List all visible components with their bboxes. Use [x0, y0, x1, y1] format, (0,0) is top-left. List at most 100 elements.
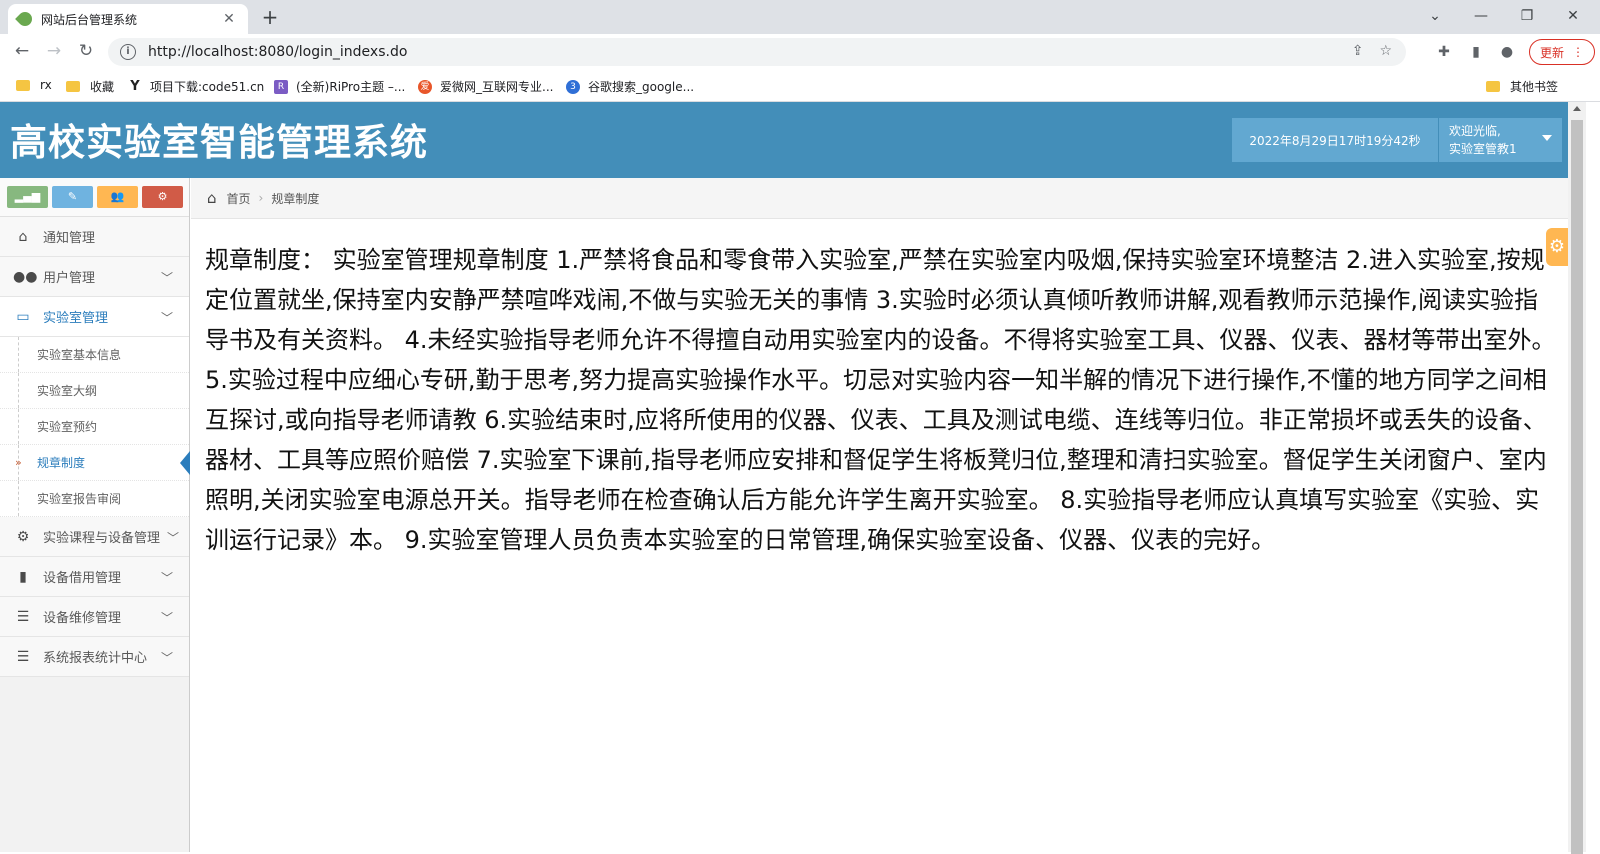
sidebar-item-repair[interactable]: ☰ 设备维修管理 ﹀ [0, 597, 189, 637]
sidebar-item-label: 设备维修管理 [43, 611, 122, 626]
list-icon: ☰ [16, 648, 30, 665]
url-text: http://localhost:8080/login_indexs.do [148, 44, 408, 60]
update-button[interactable]: 更新 ⋮ [1529, 39, 1595, 65]
address-bar[interactable]: i http://localhost:8080/login_indexs.do … [108, 38, 1406, 66]
subitem-label: 规章制度 [37, 456, 86, 470]
bookmark-favorites[interactable]: 收藏 [66, 78, 114, 95]
signal-shortcut-button[interactable]: ▂▄▆ [7, 186, 48, 208]
extensions-icon[interactable]: ✚ [1434, 42, 1454, 62]
sidebar-item-users[interactable]: ●● 用户管理 ﹀ [0, 257, 189, 297]
aiwei-logo-icon: 爱 [418, 79, 432, 94]
new-tab-button[interactable]: + [256, 6, 284, 30]
scrollbar-thumb[interactable] [1571, 120, 1583, 854]
bookmark-code51[interactable]: Y 项目下载:code51.cn [128, 78, 264, 95]
bookmark-label: 其他书签 [1510, 80, 1559, 94]
kebab-menu-icon: ⋮ [1572, 45, 1584, 59]
bookmark-other[interactable]: 其他书签 [1486, 78, 1558, 95]
app-title: 高校实验室智能管理系统 [10, 121, 428, 164]
folder-icon [16, 79, 30, 91]
chevron-down-icon: ﹀ [160, 611, 173, 625]
bookmark-label: 项目下载:code51.cn [150, 80, 265, 94]
sidebar-subitem-lab-outline[interactable]: 实验室大纲 [0, 373, 189, 409]
sidebar-item-label: 实验室管理 [43, 311, 109, 326]
subitem-label: 实验室预约 [37, 420, 98, 434]
active-marker [180, 451, 190, 475]
leaf-favicon-icon [15, 9, 35, 29]
share-icon[interactable]: ⇪ [1352, 43, 1364, 59]
subitem-label: 实验室基本信息 [37, 348, 122, 362]
user-menu[interactable]: 欢迎光临, 实验室管教1 [1439, 118, 1562, 162]
bookmark-aiwei[interactable]: 爱 爱微网_互联网专业... [418, 78, 553, 95]
subitem-label: 实验室大纲 [37, 384, 98, 398]
bookmark-icon: ▮ [19, 568, 27, 585]
tab-title: 网站后台管理系统 [41, 12, 138, 27]
star-icon[interactable]: ☆ [1379, 43, 1392, 59]
chevron-down-icon: ﹀ [160, 271, 173, 285]
sidebar-item-label: 设备借用管理 [43, 571, 122, 586]
pencil-shortcut-button[interactable]: ✎ [52, 186, 93, 208]
profile-avatar-icon[interactable]: ● [1497, 42, 1517, 62]
subitem-label: 实验室报告审阅 [37, 492, 122, 506]
sidebar-subitem-lab-info[interactable]: 实验室基本信息 [0, 337, 189, 373]
breadcrumb: ⌂ 首页 › 规章制度 [191, 178, 1568, 219]
sidebar-item-borrow[interactable]: ▮ 设备借用管理 ﹀ [0, 557, 189, 597]
settings-gear-button[interactable]: ⚙ [1546, 228, 1568, 266]
info-icon[interactable]: i [120, 44, 136, 60]
browser-tab[interactable]: 网站后台管理系统 ✕ [8, 4, 248, 34]
scroll-up-icon[interactable] [1573, 106, 1581, 111]
y-logo-icon: Y [128, 79, 142, 94]
caret-down-icon [1542, 135, 1552, 141]
bookmark-rx[interactable]: rx [16, 78, 52, 92]
chevron-down-icon: ﹀ [160, 311, 173, 325]
sidebar-item-lab[interactable]: ▭ 实验室管理 ﹀ [0, 297, 189, 337]
bookmark-label: 收藏 [90, 80, 115, 94]
back-button[interactable]: ← [10, 40, 34, 64]
double-angle-right-icon: » [15, 456, 22, 469]
minimize-button[interactable]: — [1458, 4, 1504, 30]
update-label: 更新 [1539, 45, 1564, 60]
chevron-down-icon: ﹀ [160, 571, 173, 585]
restore-button[interactable]: ❐ [1504, 4, 1550, 30]
side-panel-icon[interactable]: ▮ [1466, 42, 1486, 62]
reload-button[interactable]: ↻ [74, 40, 98, 64]
chevron-down-icon: ﹀ [160, 651, 173, 665]
breadcrumb-home-link[interactable]: 首页 [227, 190, 251, 207]
bookmark-label: 谷歌搜索_google... [588, 80, 695, 94]
bookmark-google[interactable]: 3 谷歌搜索_google... [566, 78, 694, 95]
breadcrumb-separator-icon: › [258, 191, 264, 205]
sidebar-item-label: 系统报表统计中心 [43, 651, 148, 666]
page-scrollbar[interactable] [1568, 102, 1586, 854]
sidebar-item-notice[interactable]: ⌂ 通知管理 [0, 217, 189, 257]
cogs-icon: ⚙ [16, 528, 30, 545]
bookmark-label: 爱微网_互联网专业... [440, 80, 554, 94]
regulations-content: 规章制度： 实验室管理规章制度 1.严禁将食品和零食带入实验室,严禁在实验室内吸… [205, 246, 1556, 554]
sidebar-subitem-lab-reservation[interactable]: 实验室预约 [0, 409, 189, 445]
home-icon: ⌂ [207, 189, 217, 207]
chevron-down-icon: ﹀ [166, 531, 179, 545]
folder-icon [1486, 81, 1500, 92]
chevron-down-icon[interactable]: ⌄ [1412, 4, 1458, 30]
bookmarks-bar: rx 收藏 Y 项目下载:code51.cn R (全新)RiPro主题 –..… [0, 70, 1600, 102]
bookmark-label: rx [40, 78, 52, 92]
sidebar: ▂▄▆ ✎ 👥 ⚙ ⌂ 通知管理 ●● 用户管理 ﹀ ▭ 实验室管理 ﹀ 实验室… [0, 178, 190, 852]
sidebar-subitem-report-review[interactable]: 实验室报告审阅 [0, 481, 189, 517]
close-tab-icon[interactable]: ✕ [220, 11, 238, 27]
close-window-button[interactable]: ✕ [1550, 4, 1596, 30]
bookmark-label: (全新)RiPro主题 –... [296, 80, 406, 94]
bookmark-ripro[interactable]: R (全新)RiPro主题 –... [274, 78, 405, 95]
datetime-display: 2022年8月29日17时19分42秒 [1232, 118, 1438, 162]
username: 实验室管教1 [1449, 142, 1517, 156]
list-icon: ☰ [16, 608, 30, 625]
sidebar-item-courses-equipment[interactable]: ⚙ 实验课程与设备管理 ﹀ [0, 517, 189, 557]
sidebar-subitem-regulations[interactable]: » 规章制度 [0, 445, 190, 481]
forward-button[interactable]: → [42, 40, 66, 64]
omnibox-actions: ⇪ ☆ [1352, 43, 1392, 59]
group-shortcut-button[interactable]: 👥 [97, 186, 138, 208]
sidebar-item-label: 实验课程与设备管理 [43, 531, 161, 546]
app-header: 高校实验室智能管理系统 2022年8月29日17时19分42秒 欢迎光临, 实验… [0, 102, 1568, 178]
cogs-shortcut-button[interactable]: ⚙ [142, 186, 183, 208]
breadcrumb-current: 规章制度 [271, 191, 320, 206]
sidebar-item-label: 用户管理 [43, 271, 96, 286]
sidebar-item-reports[interactable]: ☰ 系统报表统计中心 ﹀ [0, 637, 189, 677]
users-icon: ●● [13, 268, 38, 285]
